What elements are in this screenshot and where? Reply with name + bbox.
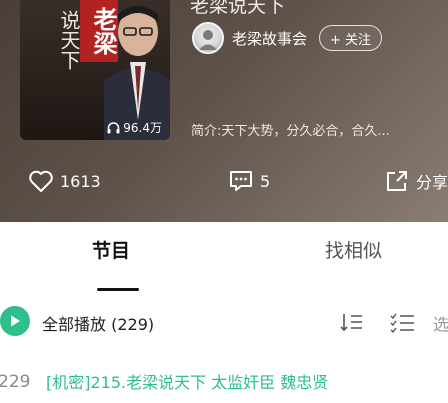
play-count-value: 96.4万	[123, 121, 162, 135]
episode-number: 229	[0, 372, 31, 392]
share-button[interactable]: 分享	[384, 169, 448, 193]
headphones-icon	[107, 121, 120, 133]
episode-count: (229)	[111, 315, 155, 334]
author-name[interactable]: 老梁故事会	[232, 28, 307, 49]
select-label[interactable]: 选	[433, 311, 448, 335]
cover-title: 老梁	[80, 0, 118, 62]
program-card: 节目 找相似 全部播放 (229) 选 229 [机密]215.老梁说天下 太监…	[0, 222, 448, 403]
cover-subtitle: 说天下	[57, 10, 81, 70]
multi-select-icon[interactable]	[390, 311, 416, 333]
play-all-icon[interactable]	[0, 306, 30, 336]
share-label: 分享	[416, 173, 448, 192]
comment-count: 5	[260, 171, 271, 191]
play-icon	[11, 315, 20, 327]
stats-row: 1613 5 分享	[0, 165, 448, 201]
share-icon	[387, 171, 407, 191]
heart-icon	[29, 170, 53, 192]
active-tab-indicator	[97, 288, 139, 291]
tab-programs[interactable]: 节目	[92, 236, 130, 263]
play-all-row: 全部播放 (229) 选	[0, 306, 448, 342]
tab-similar[interactable]: 找相似	[325, 236, 382, 263]
episode-item[interactable]: 229 [机密]215.老梁说天下 太监奸臣 魏忠贤	[0, 366, 448, 396]
follow-label: + 关注	[330, 32, 372, 48]
comment-button[interactable]: 5	[228, 169, 270, 193]
play-count: 96.4万	[107, 119, 162, 136]
like-button[interactable]: 1613	[28, 169, 101, 193]
author-avatar[interactable]	[192, 22, 224, 54]
tab-bar: 节目 找相似	[0, 236, 448, 291]
sort-icon[interactable]	[340, 311, 364, 333]
episode-title[interactable]: [机密]215.老梁说天下 太监奸臣 魏忠贤	[46, 369, 328, 393]
comment-icon	[230, 171, 252, 191]
author-row: 老梁故事会 + 关注	[192, 22, 383, 54]
play-all-text: 全部播放	[42, 315, 107, 334]
show-title: 老梁说天下	[190, 0, 286, 17]
play-all-button[interactable]: 全部播放 (229)	[42, 311, 154, 335]
album-cover[interactable]: 老梁 说天下 96.4万	[20, 0, 170, 140]
like-count: 1613	[60, 171, 101, 191]
show-intro[interactable]: 简介:天下大势，分久必合，合久...	[191, 120, 448, 139]
podcast-header: 老梁 说天下 96.4万 老梁说天下 老梁故事会 + 关注 简介:天下大势，分久…	[0, 0, 448, 222]
person-icon	[199, 30, 217, 50]
follow-button[interactable]: + 关注	[319, 25, 383, 51]
